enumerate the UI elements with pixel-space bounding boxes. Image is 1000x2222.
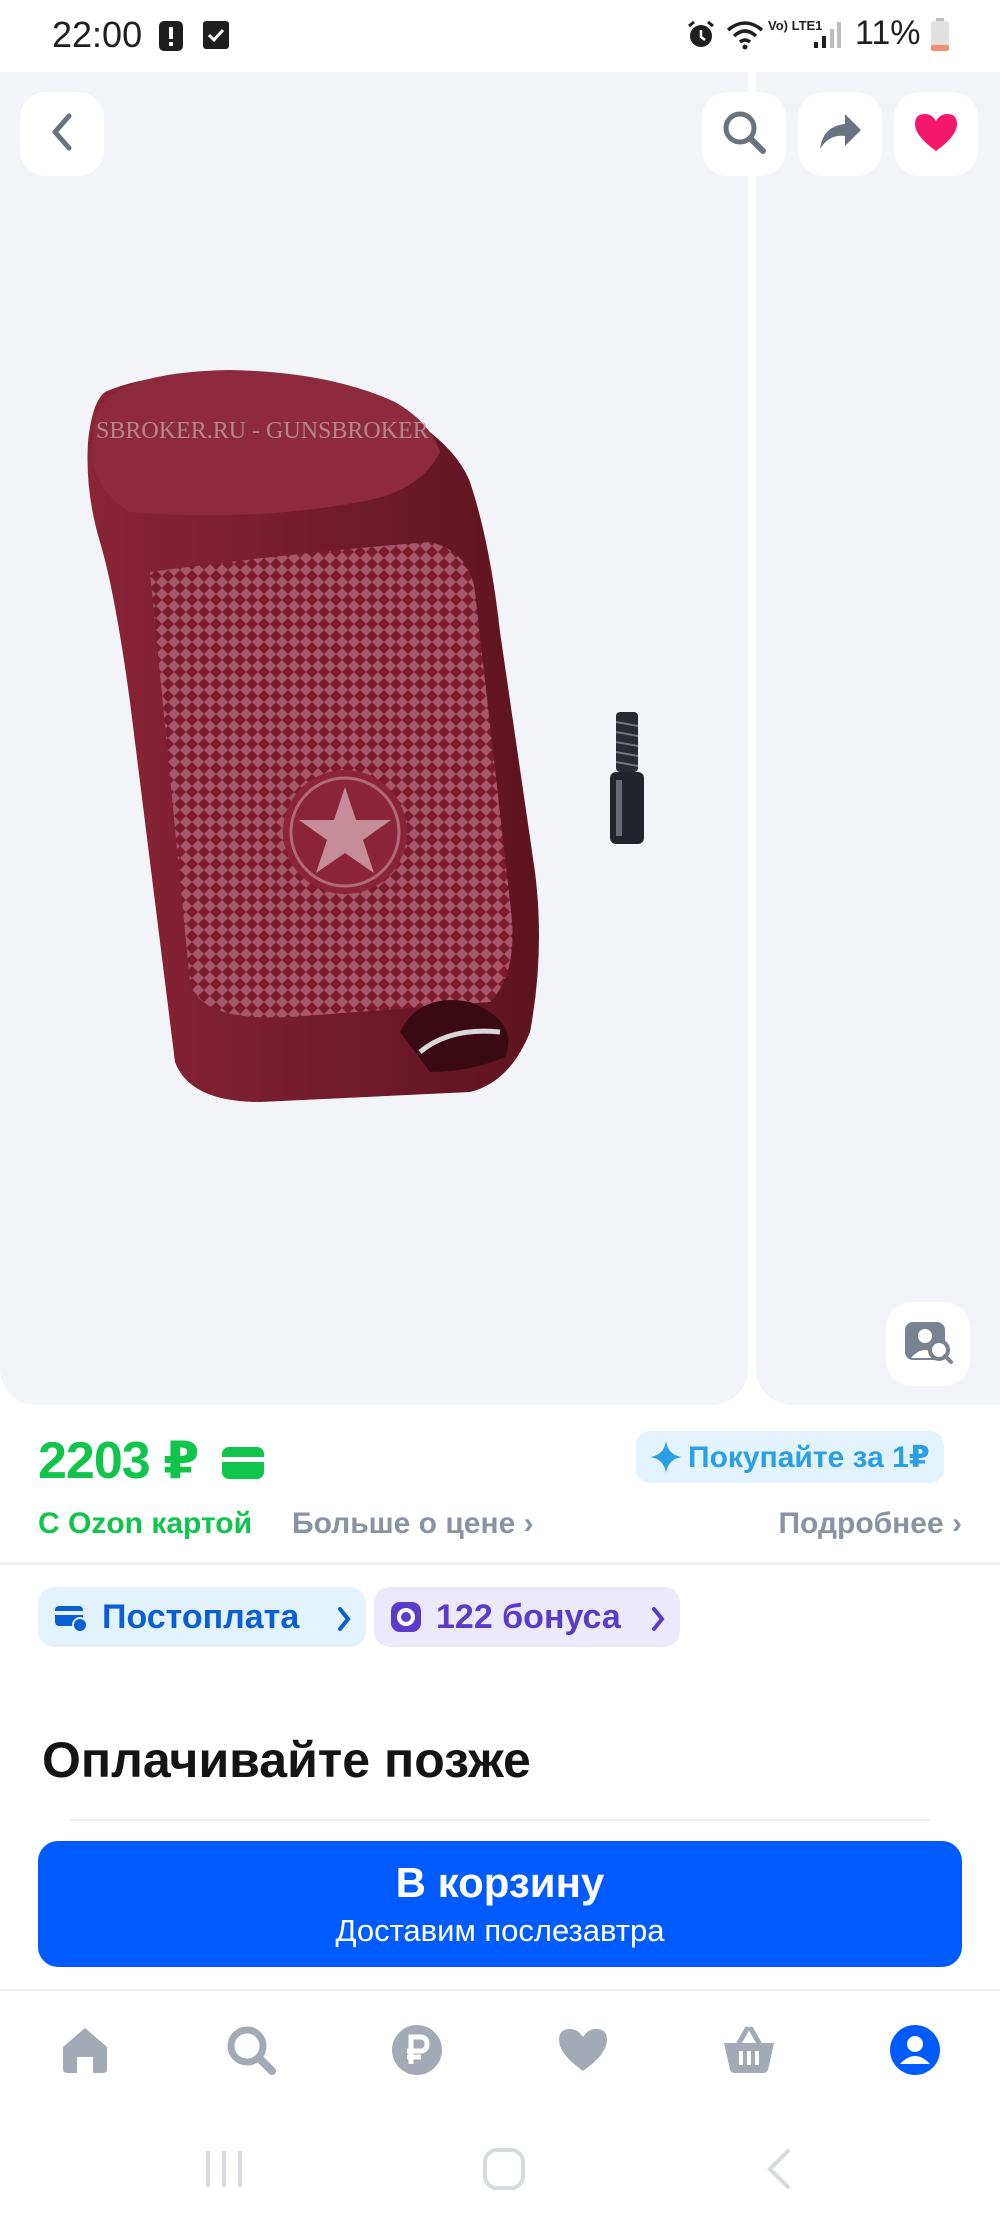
product-gallery[interactable]: SBROKER.RU - GUNSBROKER — [0, 72, 1000, 1405]
home-button-icon[interactable] — [482, 2147, 526, 2196]
back-icon — [47, 112, 77, 157]
product-image-slide[interactable]: SBROKER.RU - GUNSBROKER — [0, 72, 748, 1405]
buy-for-1-ruble-badge[interactable]: Покупайте за 1₽ — [636, 1431, 944, 1483]
price-value: 2203 ₽ — [38, 1432, 199, 1490]
recent-apps-icon[interactable] — [204, 2147, 244, 2196]
sparkle-icon — [650, 1441, 682, 1481]
heart-icon — [912, 111, 960, 158]
next-slide[interactable] — [756, 72, 1000, 1405]
back-nav-icon[interactable] — [764, 2147, 794, 2196]
product-image: SBROKER.RU - GUNSBROKER — [87, 370, 644, 1102]
price-block: 2203 ₽ С Ozon картой Больше о цене › Пок… — [0, 1405, 1000, 1565]
visual-search-button[interactable] — [886, 1302, 970, 1386]
ozon-card-note: С Ozon картой — [38, 1507, 253, 1540]
ruble-icon — [391, 2024, 443, 2081]
nav-finance[interactable] — [382, 2017, 452, 2087]
share-icon — [817, 112, 863, 157]
alarm-icon — [686, 20, 716, 55]
add-to-cart-button[interactable]: В корзину Доставим послезавтра — [38, 1841, 962, 1967]
pay-later-section: Оплачивайте позже В корзину Доставим пос… — [0, 1699, 1000, 1989]
search-button[interactable] — [702, 92, 786, 176]
bottom-nav — [0, 1989, 1000, 2117]
favorite-button[interactable] — [894, 92, 978, 176]
nav-favorites[interactable] — [548, 2017, 618, 2087]
battery-icon — [930, 18, 950, 57]
bonus-label: 122 бонуса — [436, 1597, 621, 1636]
nav-profile[interactable] — [880, 2017, 950, 2087]
cart-icon — [721, 2025, 777, 2080]
nav-search[interactable] — [216, 2017, 286, 2087]
nav-home[interactable] — [50, 2017, 120, 2087]
add-to-cart-label: В корзину — [395, 1859, 605, 1906]
alert-icon — [158, 20, 184, 57]
postpay-icon — [54, 1601, 88, 1642]
divider — [70, 1819, 930, 1821]
pay-later-title: Оплачивайте позже — [42, 1732, 531, 1788]
home-icon — [59, 2025, 111, 2080]
nav-cart[interactable] — [714, 2017, 784, 2087]
search-icon — [721, 109, 767, 160]
wifi-icon — [726, 20, 764, 55]
share-button[interactable] — [798, 92, 882, 176]
postpay-label: Постоплата — [102, 1597, 300, 1636]
bonus-chip[interactable]: 122 бонуса — [374, 1587, 680, 1647]
postpay-chip[interactable]: Постоплата — [38, 1587, 366, 1647]
status-bar: 22:00 Vo) LTE1 11% — [0, 0, 1000, 72]
ozon-card-icon — [222, 1447, 264, 1479]
status-time: 22:00 — [52, 14, 143, 55]
chevron-right-icon — [650, 1603, 666, 1642]
signal-icon — [812, 20, 842, 55]
check-icon — [202, 20, 230, 55]
chevron-right-icon — [336, 1603, 352, 1642]
favorites-icon — [556, 2026, 610, 2079]
back-button[interactable] — [20, 92, 104, 176]
price-more-link[interactable]: Больше о цене › — [292, 1507, 534, 1541]
search-icon — [225, 2024, 277, 2081]
payment-chips: Постоплата 122 бонуса — [0, 1565, 1000, 1677]
battery-text: 11% — [855, 14, 921, 52]
visual-search-icon — [903, 1318, 953, 1371]
buy-promo-label: Покупайте за 1₽ — [688, 1440, 930, 1474]
system-nav-bar — [0, 2117, 1000, 2222]
delivery-note: Доставим послезавтра — [335, 1913, 665, 1948]
profile-icon — [889, 2024, 941, 2081]
details-link[interactable]: Подробнее › — [778, 1507, 962, 1541]
watermark-text: SBROKER.RU - GUNSBROKER — [96, 418, 429, 444]
bonus-icon — [390, 1601, 422, 1642]
